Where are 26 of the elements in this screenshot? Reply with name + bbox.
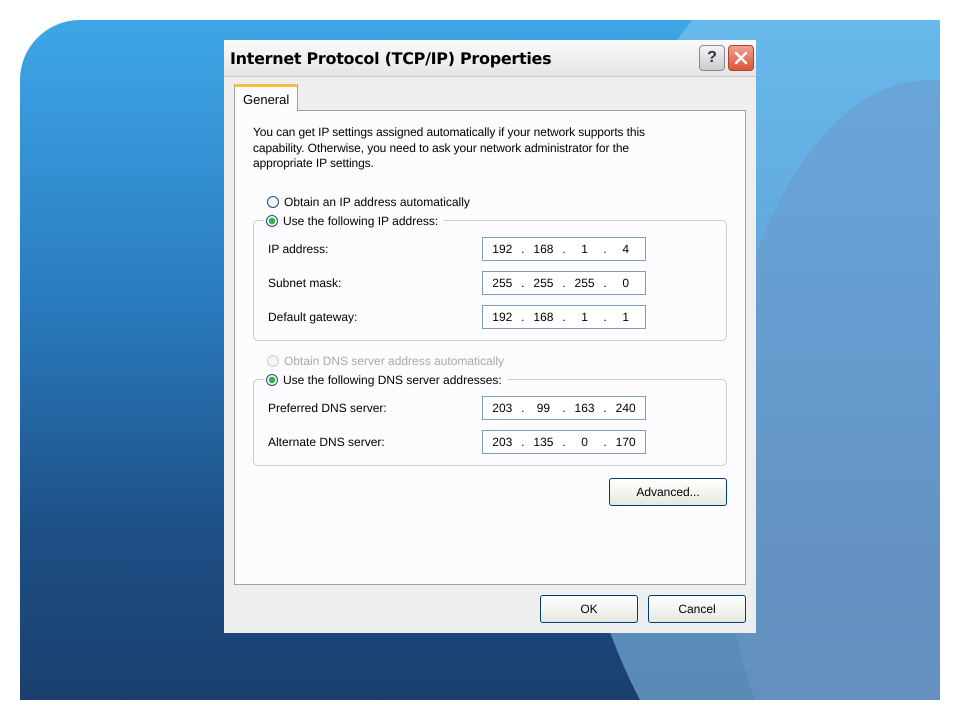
ip-address-field[interactable]: 203 . 135 . 0 . 170 <box>482 430 646 454</box>
radio-button[interactable] <box>266 374 278 386</box>
ip-address-field[interactable]: 192 . 168 . 1 . 4 <box>482 236 646 261</box>
field-label: Subnet mask: <box>268 276 342 290</box>
window-title: Internet Protocol (TCP/IP) Properties <box>230 48 552 68</box>
radio-button[interactable] <box>266 214 278 227</box>
ip-address-field[interactable]: 255 . 255 . 255 . 0 <box>482 270 646 295</box>
radio-button[interactable] <box>267 196 279 208</box>
ip-address-field[interactable]: 192 . 168 . 1 . 1 <box>482 304 646 329</box>
field-label: Default gateway: <box>268 310 358 324</box>
ok-button[interactable]: OK <box>540 595 638 623</box>
field-label: Preferred DNS server: <box>268 400 387 415</box>
advanced-button[interactable]: Advanced... <box>609 478 727 506</box>
tab[interactable]: General <box>234 84 298 111</box>
help-button[interactable]: ? <box>699 45 725 71</box>
field-label: IP address: <box>268 242 328 256</box>
field-label: Alternate DNS server: <box>268 434 385 449</box>
intro-text: You can get IP settings assigned automatically if your network supports this capability. Otherwise, you need to ask your network administrator for the appropriate IP settings. <box>253 125 646 172</box>
radio-label: Use the following DNS server addresses: <box>283 372 502 387</box>
ip-address-field[interactable]: 203 . 99 . 163 . 240 <box>482 396 646 420</box>
radio-label: Obtain an IP address automatically <box>284 194 470 209</box>
cancel-button[interactable]: Cancel <box>648 595 746 623</box>
radio-label: Use the following IP address: <box>283 214 438 228</box>
close-button[interactable] <box>728 45 754 71</box>
close-icon <box>734 51 748 65</box>
radio-label: Obtain DNS server address automatically <box>284 354 504 368</box>
